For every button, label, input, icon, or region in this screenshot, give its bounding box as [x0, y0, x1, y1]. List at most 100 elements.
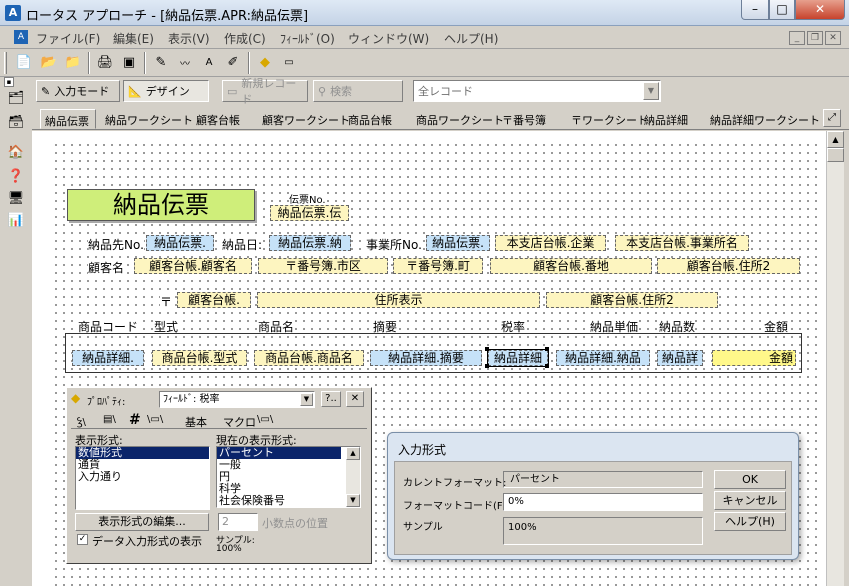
properties-tab-dimension-icon[interactable]: \▭\	[147, 414, 163, 425]
data-input-checkbox[interactable]: ✓	[77, 534, 88, 545]
list-item[interactable]: 入力通り	[76, 471, 209, 483]
tab-delivery-worksheet[interactable]: 納品ワークシート	[105, 109, 193, 129]
tab-product-ledger[interactable]: 商品台帳	[348, 109, 392, 129]
row-field-tax-selected[interactable]: 納品詳細	[487, 349, 549, 367]
properties-help-button[interactable]: ?..	[321, 391, 341, 407]
search-button[interactable]: ⚲ 検索	[313, 80, 403, 102]
chevron-down-icon[interactable]: ▼	[300, 393, 313, 406]
deliver-to-label[interactable]: 納品先No.	[88, 236, 144, 253]
field-select[interactable]: ﾌｨｰﾙﾄﾞ: 税率 ▼	[159, 391, 315, 408]
properties-tab-color-icon[interactable]: ▤\	[103, 414, 116, 425]
slip-no-label[interactable]: 伝票No.	[289, 191, 326, 206]
ok-button[interactable]: OK	[714, 470, 786, 489]
draw-tool-icon[interactable]: ✐	[222, 51, 244, 73]
row-field-product[interactable]: 商品台帳.商品名	[254, 350, 364, 366]
new-file-icon[interactable]: 📄	[13, 51, 35, 73]
postal-field[interactable]: 顧客台帳.	[177, 292, 251, 308]
wave-icon[interactable]: 〰	[174, 51, 196, 73]
mdi-restore-button[interactable]: ❐	[807, 31, 823, 45]
vertical-scrollbar[interactable]: ▲	[826, 131, 844, 586]
properties-tab-number-icon[interactable]: #	[129, 412, 141, 428]
help-button[interactable]: ヘルプ(H)	[714, 512, 786, 531]
row-field-code[interactable]: 納品詳細.	[72, 350, 144, 366]
tab-customer-ledger[interactable]: 顧客台帳	[196, 109, 240, 129]
edit-format-button[interactable]: 表示形式の編集...	[75, 513, 209, 531]
input-mode-button[interactable]: ✎ 入力モード	[36, 80, 120, 102]
display-format-list[interactable]: 数値形式 通貨 入力通り	[75, 446, 210, 510]
list-item[interactable]: 社会保険番号	[217, 495, 360, 507]
preview-icon[interactable]: ▣	[118, 51, 140, 73]
properties-tab-font-icon[interactable]: Ꝣ\	[77, 414, 86, 428]
format-code-input[interactable]: 0%	[503, 493, 703, 511]
properties-close-button[interactable]: ✕	[346, 391, 364, 407]
home-icon[interactable]: 🏠	[5, 141, 27, 163]
selection-handle[interactable]	[545, 347, 549, 351]
tab-postal-worksheet[interactable]: 〒ワークシート	[571, 109, 648, 129]
tab-expand-icon[interactable]: ⤢	[823, 109, 841, 127]
menu-field[interactable]: ﾌｨｰﾙﾄﾞ(O)	[280, 30, 335, 47]
field-box-icon[interactable]: ▭	[278, 51, 300, 73]
diamond-icon[interactable]: ◆	[254, 51, 276, 73]
row-field-qty[interactable]: 納品詳	[657, 350, 703, 366]
town-field[interactable]: 〒番号簿.町	[393, 258, 483, 274]
menu-window[interactable]: ウィンドウ(W)	[348, 30, 429, 47]
new-record-button[interactable]: ▭ 新規レコード	[222, 77, 308, 106]
menu-help[interactable]: ヘルプ(H)	[444, 30, 498, 47]
tab-delivery-slip[interactable]: 納品伝票	[40, 109, 96, 129]
city-field[interactable]: 〒番号簿.市区	[258, 258, 388, 274]
customer-field[interactable]: 顧客台帳.顧客名	[134, 258, 252, 274]
postal-mark[interactable]: 〒	[160, 293, 173, 310]
selection-handle[interactable]	[545, 364, 549, 368]
branch-company-field[interactable]: 本支店台帳.企業	[495, 235, 606, 251]
cancel-button[interactable]: キャンセル(C)	[714, 491, 786, 524]
office-label[interactable]: 事業所No.	[366, 236, 422, 253]
row-field-note[interactable]: 納品詳細.摘要	[370, 350, 482, 366]
address-display-field[interactable]: 住所表示	[257, 292, 540, 308]
branch-office-field[interactable]: 本支店台帳.事業所名	[615, 235, 749, 251]
menu-edit[interactable]: 編集(E)	[113, 30, 154, 47]
menu-create[interactable]: 作成(C)	[224, 30, 266, 47]
app-icon[interactable]: A	[5, 5, 21, 21]
decimal-stepper[interactable]: 2	[218, 513, 258, 531]
data-input-checkbox-label[interactable]: データ入力形式の表示	[92, 533, 202, 549]
tab-postal-book[interactable]: 〒番号簿	[502, 109, 546, 129]
list-item[interactable]: 一般	[217, 459, 360, 471]
row-field-amount[interactable]: 金額	[712, 350, 796, 366]
deliver-to-field[interactable]: 納品伝票.	[146, 235, 214, 251]
open-file-icon[interactable]: 📂	[38, 51, 60, 73]
toolbar-grip[interactable]	[4, 52, 7, 74]
scroll-down-icon[interactable]: ▼	[346, 494, 360, 507]
office-field[interactable]: 納品伝票.	[426, 235, 490, 251]
address2-field-b[interactable]: 顧客台帳.住所2	[546, 292, 718, 308]
properties-tab-style-icon[interactable]: \▭\	[257, 414, 273, 425]
menu-file[interactable]: ファイル(F)	[36, 30, 100, 47]
document-icon[interactable]: A	[14, 30, 28, 44]
customer-label[interactable]: 顧客名	[88, 259, 125, 276]
minimize-button[interactable]: –	[741, 0, 769, 20]
tab-product-worksheet[interactable]: 商品ワークシート	[416, 109, 504, 129]
selection-handle[interactable]	[485, 364, 489, 368]
mdi-minimize-button[interactable]: _	[789, 31, 805, 45]
maximize-button[interactable]: □	[769, 0, 795, 20]
slip-no-field[interactable]: 納品伝票.伝	[270, 205, 349, 221]
design-button[interactable]: 📐 デザイン	[123, 80, 209, 102]
open-folder-icon[interactable]: 📁	[62, 51, 84, 73]
list-scrollbar[interactable]: ▲ ▼	[346, 447, 360, 507]
toolbar-pin-icon[interactable]: ▪	[4, 77, 14, 87]
print-icon[interactable]: 🖨	[94, 51, 116, 73]
tab-delivery-detail-worksheet[interactable]: 納品詳細ワークシート	[710, 109, 820, 129]
close-button[interactable]: ✕	[795, 0, 845, 20]
row-field-unit-price[interactable]: 納品詳細.納品	[556, 350, 650, 366]
scroll-up-icon[interactable]: ▲	[346, 447, 360, 460]
record-filter-select[interactable]: 全レコード ▼	[413, 80, 661, 102]
current-format-list[interactable]: パーセント 一般 円 科学 社会保険番号 ▲ ▼	[216, 446, 361, 508]
scroll-up-icon[interactable]: ▲	[827, 131, 844, 148]
text-tool-icon[interactable]: A	[198, 51, 220, 73]
date-field[interactable]: 納品伝票.納	[269, 235, 351, 251]
date-label[interactable]: 納品日:	[222, 236, 263, 253]
selection-handle[interactable]	[485, 347, 489, 351]
database-icon[interactable]: 🖥	[5, 187, 27, 209]
form-title[interactable]: 納品伝票	[67, 189, 255, 221]
row-field-model[interactable]: 商品台帳.型式	[152, 350, 247, 366]
tab-delivery-detail[interactable]: 納品詳細	[644, 109, 688, 129]
